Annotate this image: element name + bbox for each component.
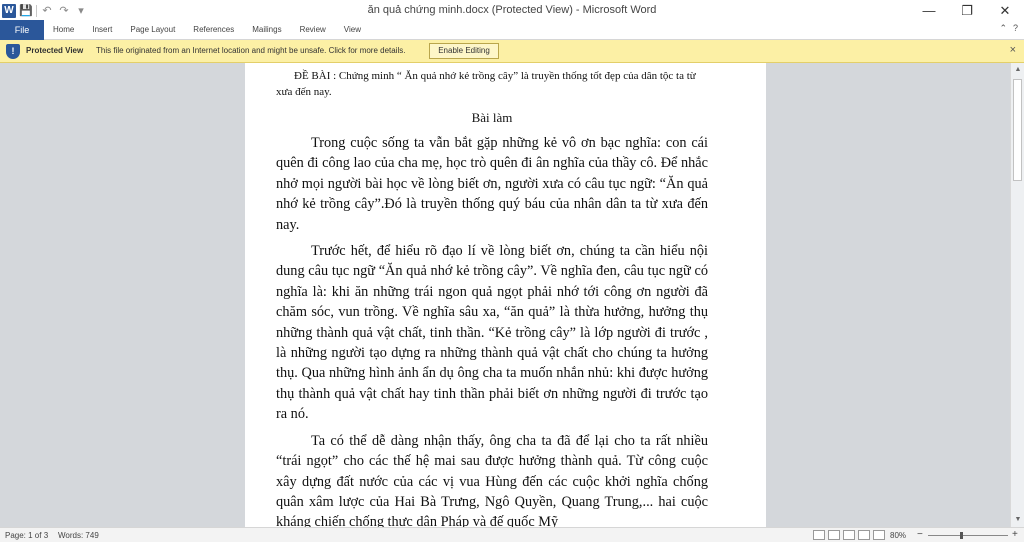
tab-home[interactable]: Home [44,20,83,40]
restore-button[interactable]: ❐ [948,0,986,22]
tab-references[interactable]: References [184,20,243,40]
scroll-up-icon[interactable]: ▲ [1011,63,1024,77]
document-page[interactable]: ĐỀ BÀI : Chứng minh “ Ăn quả nhớ kẻ trồn… [245,63,766,527]
outline-icon[interactable] [858,530,870,540]
scroll-down-icon[interactable]: ▼ [1011,513,1024,527]
help-icon[interactable]: ? [1013,23,1018,34]
draft-icon[interactable] [873,530,885,540]
zoom-slider-knob[interactable] [960,532,963,539]
protected-view-title: Protected View [26,46,84,55]
tab-mailings[interactable]: Mailings [243,20,290,40]
window-controls: — ❐ ✕ [910,0,1024,22]
assignment-heading: ĐỀ BÀI : Chứng minh “ Ăn quả nhớ kẻ trồn… [276,70,696,98]
window-title: ăn quả chứng minh.docx (Protected View) … [367,4,657,16]
protected-view-message[interactable]: This file originated from an Internet lo… [96,46,406,55]
tab-view[interactable]: View [335,20,370,40]
minimize-button[interactable]: — [910,0,948,22]
paragraph: Ta có thể dễ dàng nhận thấy, ông cha ta … [276,432,708,527]
scroll-thumb[interactable] [1013,79,1022,181]
tab-file[interactable]: File [0,19,44,40]
tab-insert[interactable]: Insert [83,20,121,40]
essay-title: Bài làm [471,110,513,125]
protected-view-bar[interactable]: ! Protected View This file originated fr… [0,40,1024,63]
ribbon-tabs: File Home Insert Page Layout References … [0,19,1024,40]
print-layout-icon[interactable] [813,530,825,540]
collapse-ribbon-icon[interactable]: ⌃ [999,23,1007,34]
view-buttons [813,530,885,540]
zoom-slider[interactable] [928,532,1008,539]
page-count[interactable]: Page: 1 of 3 [5,531,48,540]
vertical-scrollbar[interactable]: ▲ ▼ [1010,63,1024,527]
status-bar: Page: 1 of 3 Words: 749 80% − + [0,527,1024,542]
enable-editing-button[interactable]: Enable Editing [429,43,499,59]
full-screen-reading-icon[interactable] [828,530,840,540]
zoom-level[interactable]: 80% [890,531,906,540]
word-count[interactable]: Words: 749 [58,531,99,540]
tab-review[interactable]: Review [291,20,335,40]
ribbon-right-controls: ⌃ ? [999,23,1018,34]
web-layout-icon[interactable] [843,530,855,540]
close-message-bar-icon[interactable]: × [1010,44,1016,56]
document-area[interactable]: ĐỀ BÀI : Chứng minh “ Ăn quả nhớ kẻ trồn… [0,63,1010,527]
close-button[interactable]: ✕ [986,0,1024,22]
document-text[interactable]: ĐỀ BÀI : Chứng minh “ Ăn quả nhớ kẻ trồn… [276,68,708,527]
shield-icon: ! [6,44,20,59]
paragraph: Trong cuộc sống ta vẫn bắt gặp những kẻ … [276,135,708,233]
tab-page-layout[interactable]: Page Layout [121,20,184,40]
zoom-in-icon[interactable]: + [1012,529,1018,540]
paragraph: Trước hết, để hiểu rõ đạo lí về lòng biế… [276,243,708,423]
zoom-out-icon[interactable]: − [917,529,923,540]
